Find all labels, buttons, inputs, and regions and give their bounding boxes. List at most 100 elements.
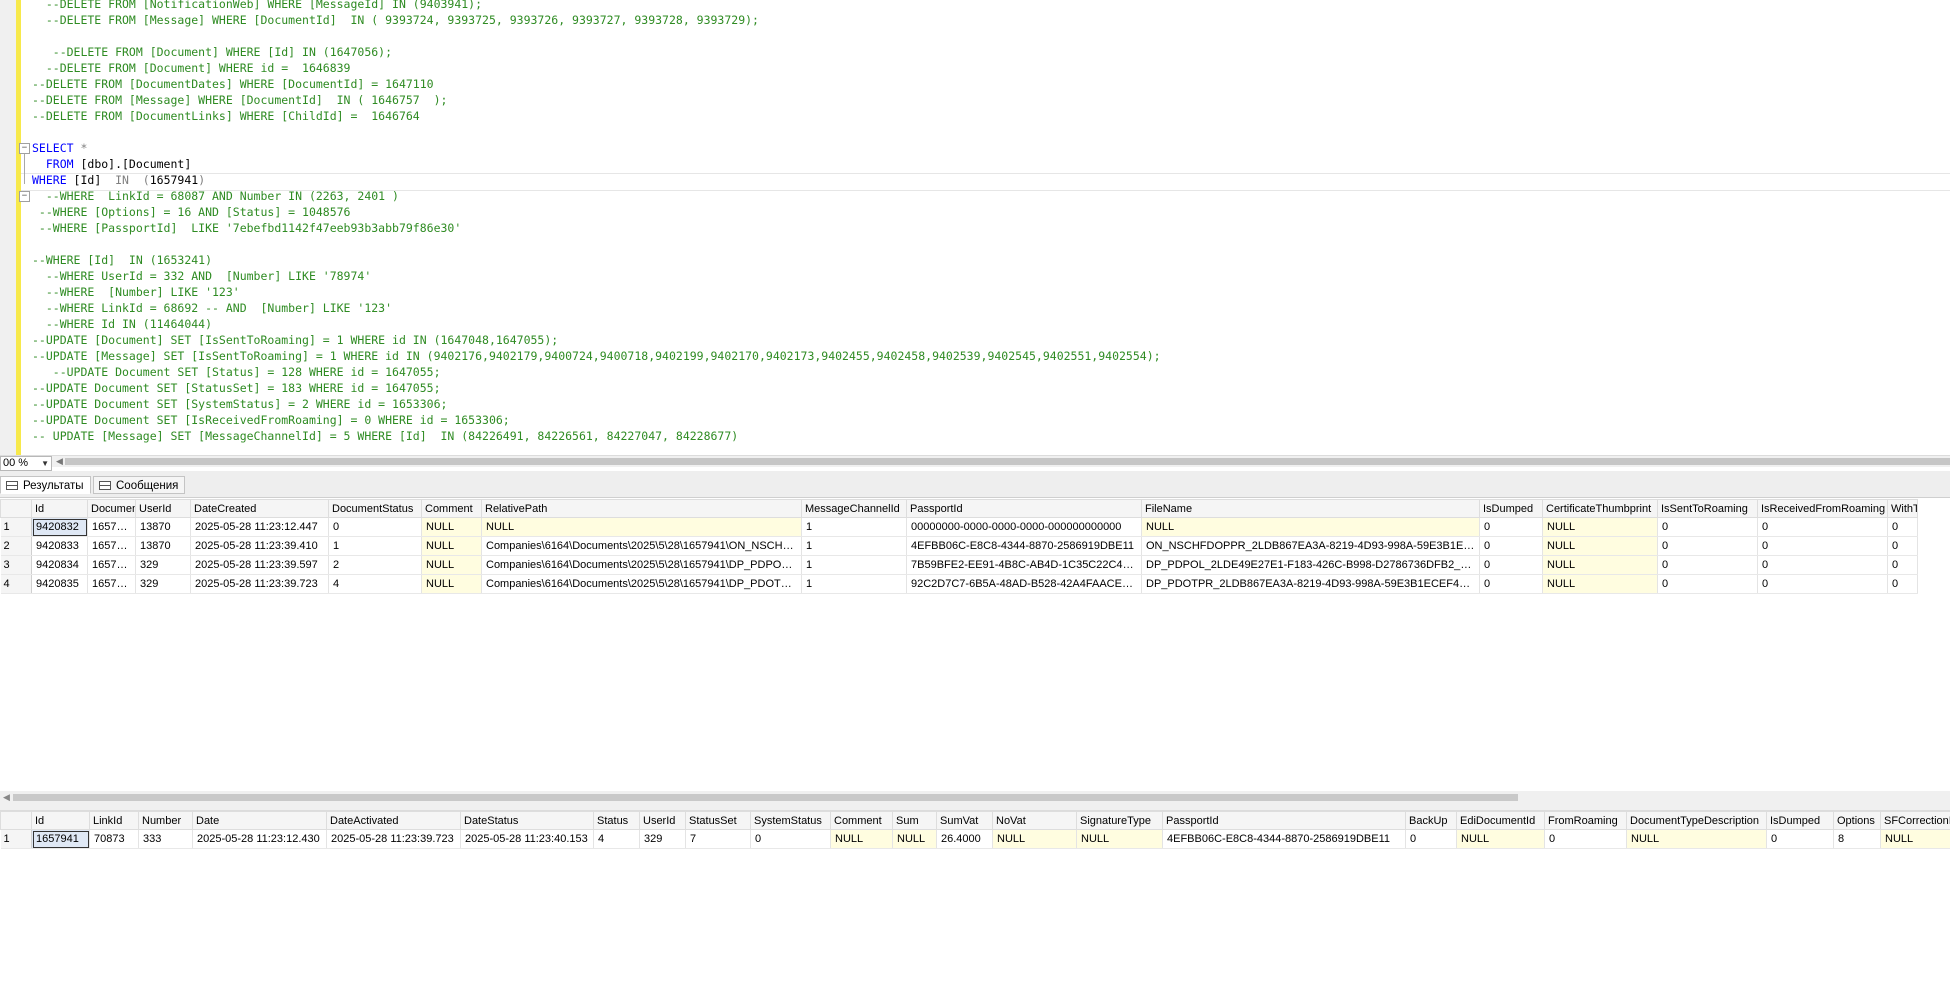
column-header[interactable]: UserId xyxy=(135,499,191,518)
code-line-from[interactable]: FROM [dbo].[Document] xyxy=(32,156,191,172)
column-header[interactable]: Date xyxy=(192,811,327,830)
column-header[interactable]: BackUp xyxy=(1405,811,1457,830)
column-header[interactable]: SumVat xyxy=(936,811,993,830)
column-header[interactable]: SFCorrectionId xyxy=(1880,811,1950,830)
tab-messages[interactable]: Сообщения xyxy=(93,476,186,494)
table-cell[interactable]: 4EFBB06C-E8C8-4344-8870-2586919DBE11 xyxy=(906,536,1142,556)
code-line[interactable]: --UPDATE [Message] SET [IsSentToRoaming]… xyxy=(32,348,1161,364)
table-cell[interactable]: 70873 xyxy=(89,829,139,849)
table-cell[interactable]: 1657941 xyxy=(87,555,136,575)
table-cell[interactable]: 0 xyxy=(1887,555,1918,575)
column-header[interactable]: DateStatus xyxy=(460,811,594,830)
table-cell[interactable]: Companies\6164\Documents\2025\5\28\16579… xyxy=(481,574,802,594)
table-cell[interactable]: NULL xyxy=(1542,517,1658,537)
table-cell[interactable]: 2025-05-28 11:23:39.410 xyxy=(190,536,329,556)
table-cell[interactable]: 0 xyxy=(1766,829,1834,849)
column-header[interactable]: FromRoaming xyxy=(1544,811,1627,830)
code-line[interactable]: --UPDATE Document SET [StatusSet] = 183 … xyxy=(32,380,441,396)
table-cell[interactable]: NULL xyxy=(1456,829,1545,849)
table-cell[interactable]: NULL xyxy=(421,574,482,594)
table-cell[interactable]: 9420832 xyxy=(31,517,88,537)
table-cell[interactable]: 0 xyxy=(1405,829,1457,849)
table-cell[interactable]: 2025-05-28 11:23:12.447 xyxy=(190,517,329,537)
column-header[interactable]: PassportId xyxy=(906,499,1142,518)
table-cell[interactable]: 92C2D7C7-6B5A-48AD-B528-42A4FAACE43D xyxy=(906,574,1142,594)
table-cell[interactable]: 333 xyxy=(138,829,193,849)
table-cell[interactable]: 0 xyxy=(1657,574,1758,594)
code-line[interactable]: --UPDATE Document SET [IsReceivedFromRoa… xyxy=(32,412,510,428)
code-line[interactable]: --WHERE Id IN (11464044) xyxy=(32,316,212,332)
table-cell[interactable]: NULL xyxy=(830,829,893,849)
scroll-left-icon[interactable]: ◀ xyxy=(56,456,63,467)
table-cell[interactable]: 9420833 xyxy=(31,536,88,556)
table-cell[interactable]: 7B59BFE2-EE91-4B8C-AB4D-1C35C22C4EFB xyxy=(906,555,1142,575)
table-cell[interactable]: 0 xyxy=(1757,517,1888,537)
table-cell[interactable]: NULL xyxy=(1880,829,1950,849)
column-header[interactable]: Comment xyxy=(830,811,893,830)
scrollbar-thumb[interactable] xyxy=(65,458,1950,465)
code-line[interactable]: --DELETE FROM [DocumentDates] WHERE [Doc… xyxy=(32,76,434,92)
column-header[interactable]: IsReceivedFromRoaming xyxy=(1757,499,1888,518)
table-cell[interactable]: 0 xyxy=(1657,555,1758,575)
row-number[interactable]: 3 xyxy=(0,555,32,575)
table-cell[interactable]: 13870 xyxy=(135,517,191,537)
table-cell[interactable]: NULL xyxy=(892,829,937,849)
column-header[interactable]: SystemStatus xyxy=(750,811,831,830)
column-header[interactable]: Number xyxy=(138,811,193,830)
table-cell[interactable]: Companies\6164\Documents\2025\5\28\16579… xyxy=(481,555,802,575)
fold-collapse-icon[interactable]: − xyxy=(19,143,30,154)
column-header[interactable]: DateActivated xyxy=(326,811,461,830)
code-line[interactable]: --DELETE FROM [Document] WHERE id = 1646… xyxy=(32,60,351,76)
fold-collapse-icon[interactable]: − xyxy=(19,191,30,202)
code-line[interactable]: --WHERE [Number] LIKE '123' xyxy=(32,284,240,300)
table-cell[interactable]: NULL xyxy=(1542,536,1658,556)
table-cell[interactable]: NULL xyxy=(1626,829,1767,849)
table-cell[interactable]: 2025-05-28 11:23:39.723 xyxy=(190,574,329,594)
table-cell[interactable]: 9420835 xyxy=(31,574,88,594)
code-line[interactable]: --DELETE FROM [DocumentLinks] WHERE [Chi… xyxy=(32,108,420,124)
table-row[interactable]: 4 9420835 1657941 329 2025-05-28 11:23:39.72… xyxy=(0,574,1918,594)
table-cell[interactable]: 329 xyxy=(639,829,686,849)
table-cell[interactable]: 1 xyxy=(328,536,422,556)
column-header[interactable]: UserId xyxy=(639,811,686,830)
table-cell[interactable]: 8 xyxy=(1833,829,1881,849)
table-row[interactable]: 1 1657941 70873 333 2025-05-28 11:23:12.430 2… xyxy=(0,829,1950,849)
column-header[interactable]: SignatureType xyxy=(1076,811,1163,830)
table-cell[interactable]: 0 xyxy=(328,517,422,537)
column-header[interactable]: Id xyxy=(31,811,90,830)
table-cell[interactable]: NULL xyxy=(421,555,482,575)
table-cell[interactable]: 0 xyxy=(1479,517,1543,537)
row-number-header[interactable] xyxy=(0,499,32,518)
table-cell[interactable]: 0 xyxy=(1479,574,1543,594)
table-cell[interactable]: 0 xyxy=(1544,829,1627,849)
column-header[interactable]: LinkId xyxy=(89,811,139,830)
results-grid-1[interactable]: IdDocumentIdUserIdDateCreatedDocumentSta… xyxy=(0,499,1950,789)
column-header[interactable]: IsDumped xyxy=(1479,499,1543,518)
table-cell[interactable]: NULL xyxy=(1076,829,1163,849)
code-line[interactable]: -- UPDATE [Message] SET [MessageChannelI… xyxy=(32,428,738,444)
table-cell[interactable]: 329 xyxy=(135,574,191,594)
column-header[interactable]: FileName xyxy=(1141,499,1480,518)
table-cell[interactable]: 0 xyxy=(1887,574,1918,594)
table-row[interactable]: 3 9420834 1657941 329 2025-05-28 11:23:39.59… xyxy=(0,555,1918,575)
column-header[interactable]: IsSentToRoaming xyxy=(1657,499,1758,518)
code-line[interactable]: --UPDATE [Document] SET [IsSentToRoaming… xyxy=(32,332,558,348)
code-line[interactable]: --DELETE FROM [Message] WHERE [DocumentI… xyxy=(32,92,447,108)
grid-horizontal-scrollbar[interactable]: ◀ xyxy=(0,791,1950,804)
column-header[interactable]: Sum xyxy=(892,811,937,830)
table-cell[interactable]: 0 xyxy=(1757,536,1888,556)
table-cell[interactable]: 0 xyxy=(1887,517,1918,537)
results-grid-2[interactable]: Id LinkId Number Date DateActivated DateStatu… xyxy=(0,811,1950,987)
column-header[interactable]: PassportId xyxy=(1162,811,1406,830)
column-header[interactable]: DocumentId xyxy=(87,499,136,518)
table-cell[interactable]: 0 xyxy=(1887,536,1918,556)
column-header[interactable]: IsDumped xyxy=(1766,811,1834,830)
column-header[interactable]: Status xyxy=(593,811,640,830)
table-cell[interactable]: 2 xyxy=(328,555,422,575)
column-header[interactable]: Id xyxy=(31,499,88,518)
code-line-where[interactable]: WHERE [Id] IN (1657941) xyxy=(32,172,205,188)
code-line-select[interactable]: SELECT * xyxy=(32,140,87,156)
zoom-select[interactable]: 00 % ▼ xyxy=(0,456,52,471)
table-cell[interactable]: NULL xyxy=(421,517,482,537)
sql-editor[interactable]: − − --DELETE FROM [NotificationWeb] WHER… xyxy=(0,0,1950,455)
